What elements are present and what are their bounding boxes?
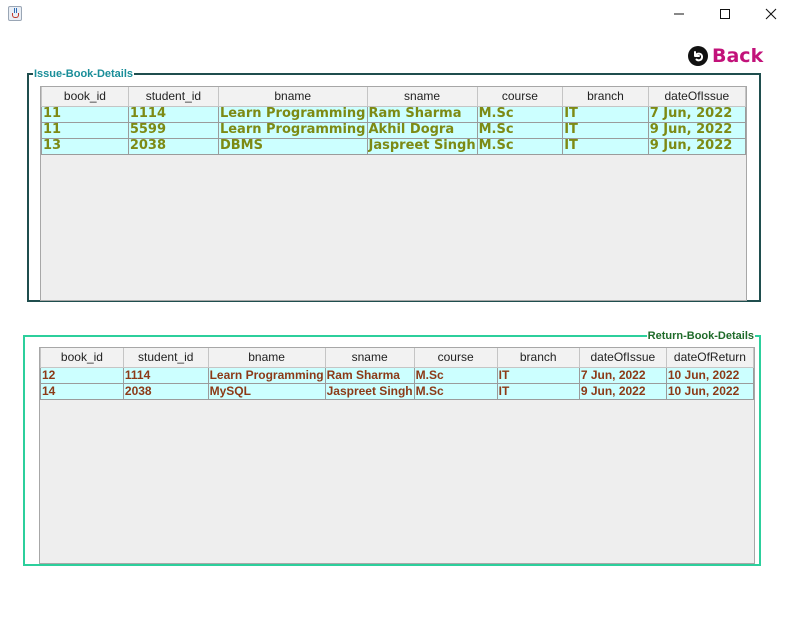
minimize-icon bbox=[674, 13, 684, 15]
issue-table-header: book_id student_id bname sname course branch d… bbox=[41, 87, 746, 107]
issue-column-header-dateOfIssue[interactable]: dateOfIssue bbox=[647, 87, 746, 107]
java-app-icon bbox=[8, 6, 22, 21]
return-column-header-branch[interactable]: branch bbox=[496, 348, 580, 368]
issue-cell-sname[interactable]: Ram Sharma bbox=[366, 105, 478, 123]
issue-cell-course[interactable]: M.Sc bbox=[476, 121, 564, 139]
return-cell-dateOfReturn[interactable]: 10 Jun, 2022 bbox=[665, 366, 754, 384]
issue-cell-student_id[interactable]: 1114 bbox=[127, 105, 219, 123]
issue-cell-bname[interactable]: Learn Programming bbox=[217, 105, 368, 123]
return-table-header: book_id student_id bname sname course branch d… bbox=[40, 348, 754, 368]
return-cell-student_id[interactable]: 2038 bbox=[122, 382, 209, 400]
issue-cell-dateOfIssue[interactable]: 9 Jun, 2022 bbox=[647, 121, 746, 139]
issue-cell-sname[interactable]: Akhil Dogra bbox=[366, 121, 478, 139]
issue-column-header-bname[interactable]: bname bbox=[217, 87, 368, 107]
return-book-details-panel: Return-Book-Details book_id student_id bna… bbox=[23, 330, 761, 566]
return-cell-dateOfIssue[interactable]: 7 Jun, 2022 bbox=[578, 366, 667, 384]
issue-cell-bname[interactable]: Learn Programming bbox=[217, 121, 368, 139]
return-cell-sname[interactable]: Ram Sharma bbox=[324, 366, 415, 384]
issue-cell-bname[interactable]: DBMS bbox=[217, 137, 368, 155]
return-cell-student_id[interactable]: 1114 bbox=[122, 366, 209, 384]
issue-column-header-book_id[interactable]: book_id bbox=[41, 87, 129, 107]
issue-book-details-panel: Issue-Book-Details book_id student_id bnam… bbox=[27, 68, 761, 302]
return-table-scrollpane[interactable]: book_id student_id bname sname course branch d… bbox=[39, 347, 755, 564]
maximize-icon bbox=[720, 9, 730, 19]
issue-cell-branch[interactable]: IT bbox=[562, 121, 649, 139]
issue-cell-branch[interactable]: IT bbox=[562, 105, 649, 123]
return-column-header-sname[interactable]: sname bbox=[324, 348, 415, 368]
return-cell-branch[interactable]: IT bbox=[496, 366, 580, 384]
issue-column-header-course[interactable]: course bbox=[476, 87, 564, 107]
issue-panel-title: Issue-Book-Details bbox=[34, 68, 134, 80]
return-cell-branch[interactable]: IT bbox=[496, 382, 580, 400]
return-table[interactable]: book_id student_id bname sname course branch d… bbox=[40, 348, 754, 400]
issue-cell-course[interactable]: M.Sc bbox=[476, 105, 564, 123]
issue-cell-student_id[interactable]: 2038 bbox=[127, 137, 219, 155]
return-cell-bname[interactable]: Learn Programming bbox=[207, 366, 326, 384]
back-arrow-icon bbox=[688, 46, 708, 66]
return-column-header-dateOfIssue[interactable]: dateOfIssue bbox=[578, 348, 667, 368]
back-button[interactable]: Back bbox=[688, 44, 763, 68]
issue-cell-dateOfIssue[interactable]: 7 Jun, 2022 bbox=[647, 105, 746, 123]
issue-column-header-branch[interactable]: branch bbox=[562, 87, 649, 107]
issue-table-scrollpane[interactable]: book_id student_id bname sname course branch d… bbox=[40, 86, 747, 301]
return-cell-course[interactable]: M.Sc bbox=[413, 382, 498, 400]
close-icon bbox=[765, 8, 777, 20]
issue-cell-dateOfIssue[interactable]: 9 Jun, 2022 bbox=[647, 137, 746, 155]
return-column-header-student_id[interactable]: student_id bbox=[122, 348, 209, 368]
issue-table-row[interactable]: 11 5599 Learn Programming Akhil Dogra M.Sc IT… bbox=[41, 121, 746, 139]
issue-column-header-student_id[interactable]: student_id bbox=[127, 87, 219, 107]
return-table-row[interactable]: 14 2038 MySQL Jaspreet Singh M.Sc IT 9 Jun, 20… bbox=[40, 382, 754, 400]
issue-cell-course[interactable]: M.Sc bbox=[476, 137, 564, 155]
return-column-header-course[interactable]: course bbox=[413, 348, 498, 368]
return-cell-book_id[interactable]: 14 bbox=[40, 382, 124, 400]
return-cell-sname[interactable]: Jaspreet Singh bbox=[324, 382, 415, 400]
issue-cell-book_id[interactable]: 13 bbox=[41, 137, 129, 155]
content-pane: Back Issue-Book-Details book_id student_i… bbox=[0, 28, 794, 617]
issue-cell-branch[interactable]: IT bbox=[562, 137, 649, 155]
issue-table-row[interactable]: 13 2038 DBMS Jaspreet Singh M.Sc IT 9 Jun, 202… bbox=[41, 137, 746, 155]
return-cell-dateOfReturn[interactable]: 10 Jun, 2022 bbox=[665, 382, 754, 400]
return-cell-book_id[interactable]: 12 bbox=[40, 366, 124, 384]
back-label: Back bbox=[712, 45, 764, 67]
issue-table-row[interactable]: 11 1114 Learn Programming Ram Sharma M.Sc IT 7… bbox=[41, 105, 746, 123]
return-column-header-dateOfReturn[interactable]: dateOfReturn bbox=[665, 348, 754, 368]
issue-cell-sname[interactable]: Jaspreet Singh bbox=[366, 137, 478, 155]
return-panel-title: Return-Book-Details bbox=[647, 330, 754, 342]
return-cell-course[interactable]: M.Sc bbox=[413, 366, 498, 384]
return-cell-dateOfIssue[interactable]: 9 Jun, 2022 bbox=[578, 382, 667, 400]
issue-cell-book_id[interactable]: 11 bbox=[41, 121, 129, 139]
return-table-row[interactable]: 12 1114 Learn Programming Ram Sharma M.Sc IT 7… bbox=[40, 366, 754, 384]
issue-column-header-sname[interactable]: sname bbox=[366, 87, 478, 107]
title-bar bbox=[0, 0, 794, 28]
return-column-header-book_id[interactable]: book_id bbox=[40, 348, 124, 368]
minimize-button[interactable] bbox=[656, 0, 702, 28]
issue-cell-book_id[interactable]: 11 bbox=[41, 105, 129, 123]
maximize-button[interactable] bbox=[702, 0, 748, 28]
issue-table[interactable]: book_id student_id bname sname course branch d… bbox=[41, 87, 746, 155]
close-button[interactable] bbox=[748, 0, 794, 28]
return-cell-bname[interactable]: MySQL bbox=[207, 382, 326, 400]
issue-cell-student_id[interactable]: 5599 bbox=[127, 121, 219, 139]
return-column-header-bname[interactable]: bname bbox=[207, 348, 326, 368]
